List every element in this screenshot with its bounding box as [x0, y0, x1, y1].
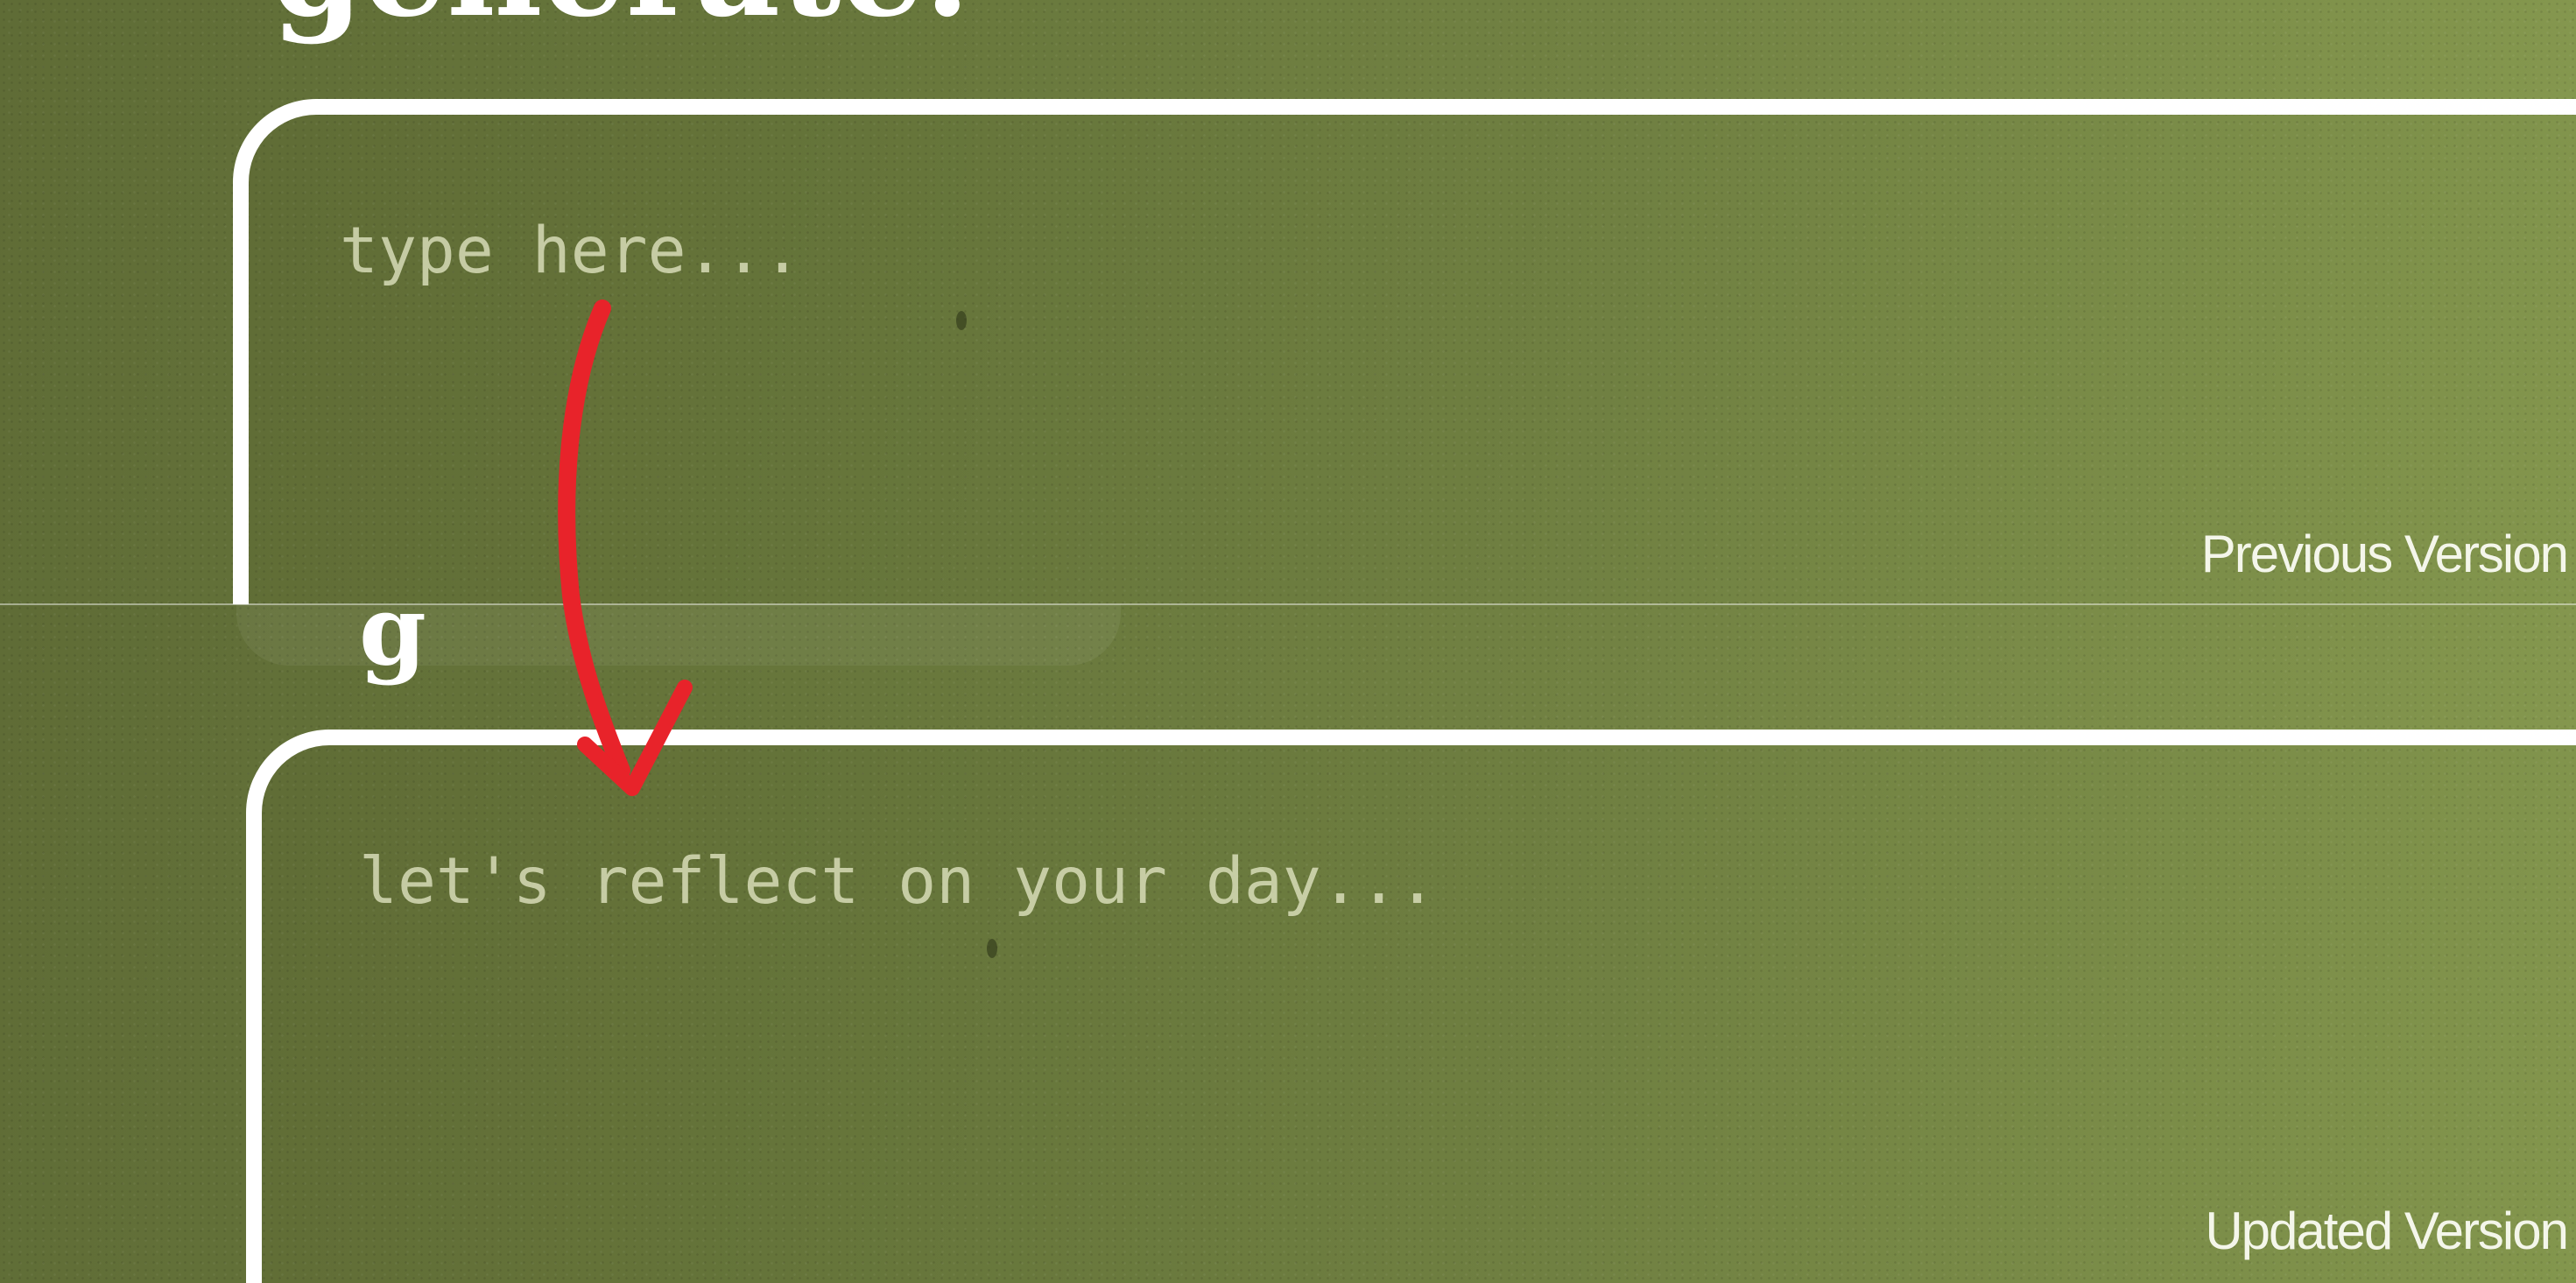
previous-version-panel: generate. type here... Previous Version	[0, 0, 2576, 604]
updated-version-panel: g let's reflect on your day... Updated V…	[0, 604, 2576, 1283]
panel-divider	[0, 603, 2576, 605]
page-heading-fragment: generate.	[271, 0, 970, 35]
comparison-canvas: generate. type here... Previous Version …	[0, 0, 2576, 1283]
page-heading-fragment: g	[359, 604, 426, 687]
previous-version-label: Previous Version	[2200, 525, 2569, 583]
paper-speck	[987, 939, 997, 958]
journal-placeholder: let's reflect on your day...	[359, 844, 1437, 919]
journal-text-area[interactable]	[246, 730, 2576, 1283]
journal-placeholder: type here...	[340, 214, 802, 288]
paper-speck	[956, 311, 967, 330]
updated-version-label: Updated Version	[2205, 1202, 2569, 1260]
